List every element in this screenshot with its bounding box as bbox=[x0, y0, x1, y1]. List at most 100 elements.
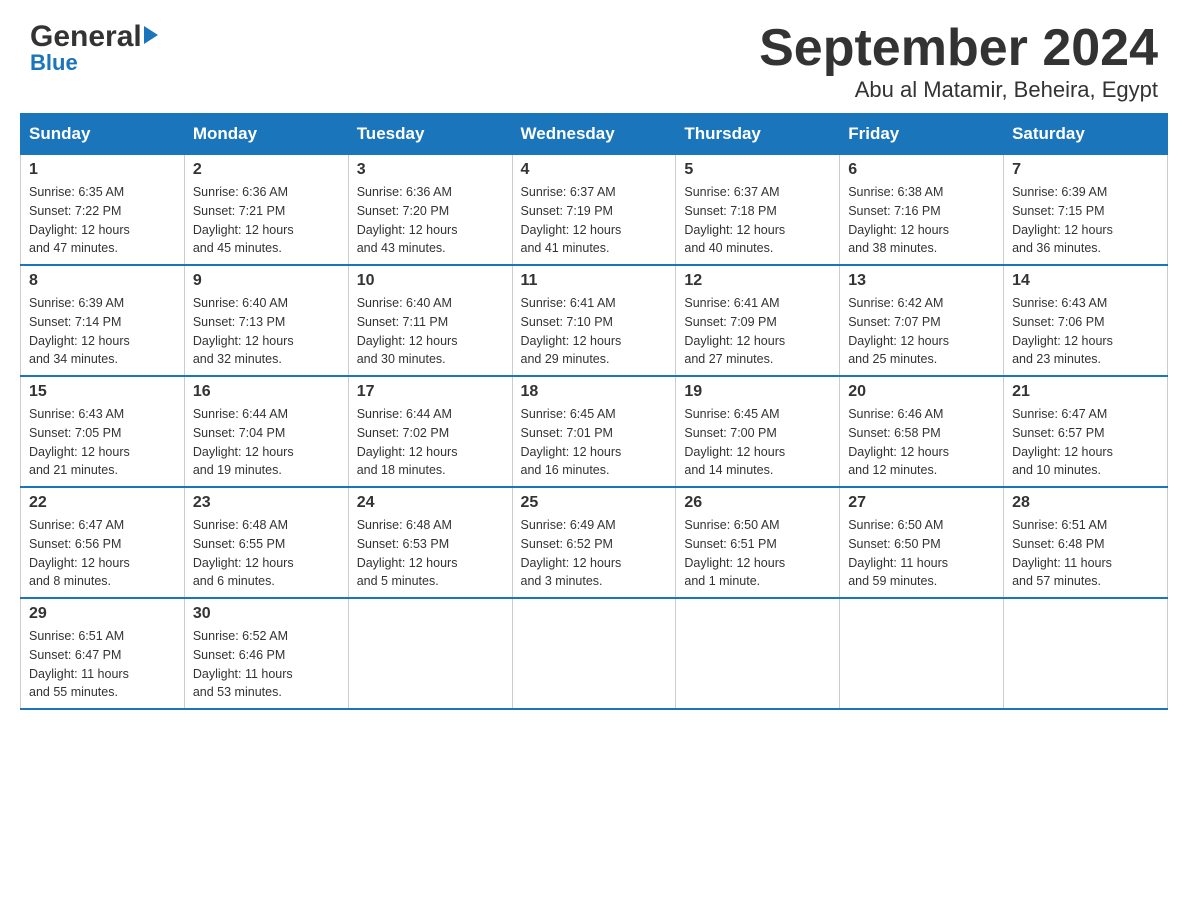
day-info: Sunrise: 6:51 AMSunset: 6:47 PMDaylight:… bbox=[29, 627, 176, 702]
day-number: 7 bbox=[1012, 161, 1159, 179]
col-friday: Friday bbox=[840, 114, 1004, 155]
day-info: Sunrise: 6:43 AMSunset: 7:06 PMDaylight:… bbox=[1012, 294, 1159, 369]
day-number: 29 bbox=[29, 605, 176, 623]
table-row: 2 Sunrise: 6:36 AMSunset: 7:21 PMDaylight… bbox=[184, 155, 348, 266]
table-row: 24Sunrise: 6:48 AMSunset: 6:53 PMDayligh… bbox=[348, 487, 512, 598]
table-row: 28 Sunrise: 6:51 AMSunset: 6:48 PMDayligh… bbox=[1004, 487, 1168, 598]
table-row: 27 Sunrise: 6:50 AMSunset: 6:50 PMDayligh… bbox=[840, 487, 1004, 598]
calendar-week-row: 8 Sunrise: 6:39 AMSunset: 7:14 PMDaylight… bbox=[21, 265, 1168, 376]
table-row: 18Sunrise: 6:45 AMSunset: 7:01 PMDayligh… bbox=[512, 376, 676, 487]
day-number: 1 bbox=[29, 161, 176, 179]
logo: General Blue bbox=[30, 20, 158, 76]
day-info: Sunrise: 6:38 AMSunset: 7:16 PMDaylight:… bbox=[848, 183, 995, 258]
day-number: 6 bbox=[848, 161, 995, 179]
day-number: 14 bbox=[1012, 272, 1159, 290]
day-info: Sunrise: 6:40 AMSunset: 7:13 PMDaylight:… bbox=[193, 294, 340, 369]
day-number: 17 bbox=[357, 383, 504, 401]
table-row bbox=[512, 598, 676, 709]
day-info: Sunrise: 6:47 AMSunset: 6:56 PMDaylight:… bbox=[29, 516, 176, 591]
day-number: 11 bbox=[521, 272, 668, 290]
col-wednesday: Wednesday bbox=[512, 114, 676, 155]
day-number: 19 bbox=[684, 383, 831, 401]
day-info: Sunrise: 6:50 AMSunset: 6:51 PMDaylight:… bbox=[684, 516, 831, 591]
calendar-week-row: 1 Sunrise: 6:35 AMSunset: 7:22 PMDaylight… bbox=[21, 155, 1168, 266]
day-number: 9 bbox=[193, 272, 340, 290]
day-info: Sunrise: 6:46 AMSunset: 6:58 PMDaylight:… bbox=[848, 405, 995, 480]
day-info: Sunrise: 6:45 AMSunset: 7:01 PMDaylight:… bbox=[521, 405, 668, 480]
day-info: Sunrise: 6:36 AMSunset: 7:21 PMDaylight:… bbox=[193, 183, 340, 258]
col-tuesday: Tuesday bbox=[348, 114, 512, 155]
day-number: 5 bbox=[684, 161, 831, 179]
calendar-title: September 2024 bbox=[759, 20, 1158, 77]
calendar-container: Sunday Monday Tuesday Wednesday Thursday… bbox=[0, 113, 1188, 730]
day-number: 4 bbox=[521, 161, 668, 179]
day-number: 25 bbox=[521, 494, 668, 512]
day-info: Sunrise: 6:40 AMSunset: 7:11 PMDaylight:… bbox=[357, 294, 504, 369]
calendar-header-row: Sunday Monday Tuesday Wednesday Thursday… bbox=[21, 114, 1168, 155]
day-info: Sunrise: 6:35 AMSunset: 7:22 PMDaylight:… bbox=[29, 183, 176, 258]
table-row: 12 Sunrise: 6:41 AMSunset: 7:09 PMDayligh… bbox=[676, 265, 840, 376]
table-row: 29 Sunrise: 6:51 AMSunset: 6:47 PMDayligh… bbox=[21, 598, 185, 709]
calendar-table: Sunday Monday Tuesday Wednesday Thursday… bbox=[20, 113, 1168, 710]
day-info: Sunrise: 6:51 AMSunset: 6:48 PMDaylight:… bbox=[1012, 516, 1159, 591]
day-info: Sunrise: 6:50 AMSunset: 6:50 PMDaylight:… bbox=[848, 516, 995, 591]
day-number: 24 bbox=[357, 494, 504, 512]
day-info: Sunrise: 6:41 AMSunset: 7:09 PMDaylight:… bbox=[684, 294, 831, 369]
page-header: General Blue September 2024 Abu al Matam… bbox=[0, 0, 1188, 113]
day-number: 15 bbox=[29, 383, 176, 401]
day-info: Sunrise: 6:36 AMSunset: 7:20 PMDaylight:… bbox=[357, 183, 504, 258]
day-number: 23 bbox=[193, 494, 340, 512]
table-row: 11 Sunrise: 6:41 AMSunset: 7:10 PMDayligh… bbox=[512, 265, 676, 376]
title-section: September 2024 Abu al Matamir, Beheira, … bbox=[759, 20, 1158, 103]
table-row bbox=[840, 598, 1004, 709]
calendar-subtitle: Abu al Matamir, Beheira, Egypt bbox=[759, 77, 1158, 103]
table-row: 22Sunrise: 6:47 AMSunset: 6:56 PMDayligh… bbox=[21, 487, 185, 598]
table-row: 14 Sunrise: 6:43 AMSunset: 7:06 PMDayligh… bbox=[1004, 265, 1168, 376]
table-row: 25 Sunrise: 6:49 AMSunset: 6:52 PMDayligh… bbox=[512, 487, 676, 598]
day-info: Sunrise: 6:41 AMSunset: 7:10 PMDaylight:… bbox=[521, 294, 668, 369]
day-number: 26 bbox=[684, 494, 831, 512]
table-row: 9 Sunrise: 6:40 AMSunset: 7:13 PMDaylight… bbox=[184, 265, 348, 376]
day-info: Sunrise: 6:48 AMSunset: 6:55 PMDaylight:… bbox=[193, 516, 340, 591]
table-row: 1 Sunrise: 6:35 AMSunset: 7:22 PMDaylight… bbox=[21, 155, 185, 266]
col-saturday: Saturday bbox=[1004, 114, 1168, 155]
table-row: 7Sunrise: 6:39 AMSunset: 7:15 PMDaylight… bbox=[1004, 155, 1168, 266]
day-info: Sunrise: 6:43 AMSunset: 7:05 PMDaylight:… bbox=[29, 405, 176, 480]
table-row: 10 Sunrise: 6:40 AMSunset: 7:11 PMDayligh… bbox=[348, 265, 512, 376]
table-row: 17 Sunrise: 6:44 AMSunset: 7:02 PMDayligh… bbox=[348, 376, 512, 487]
logo-blue-text: Blue bbox=[30, 50, 78, 76]
day-info: Sunrise: 6:44 AMSunset: 7:02 PMDaylight:… bbox=[357, 405, 504, 480]
logo-arrow-icon bbox=[144, 26, 158, 44]
table-row: 8 Sunrise: 6:39 AMSunset: 7:14 PMDaylight… bbox=[21, 265, 185, 376]
day-number: 8 bbox=[29, 272, 176, 290]
table-row bbox=[1004, 598, 1168, 709]
col-thursday: Thursday bbox=[676, 114, 840, 155]
table-row: 3 Sunrise: 6:36 AMSunset: 7:20 PMDaylight… bbox=[348, 155, 512, 266]
day-info: Sunrise: 6:49 AMSunset: 6:52 PMDaylight:… bbox=[521, 516, 668, 591]
table-row: 23 Sunrise: 6:48 AMSunset: 6:55 PMDayligh… bbox=[184, 487, 348, 598]
table-row: 6 Sunrise: 6:38 AMSunset: 7:16 PMDaylight… bbox=[840, 155, 1004, 266]
day-number: 10 bbox=[357, 272, 504, 290]
day-number: 3 bbox=[357, 161, 504, 179]
calendar-week-row: 22Sunrise: 6:47 AMSunset: 6:56 PMDayligh… bbox=[21, 487, 1168, 598]
table-row: 13Sunrise: 6:42 AMSunset: 7:07 PMDayligh… bbox=[840, 265, 1004, 376]
col-sunday: Sunday bbox=[21, 114, 185, 155]
calendar-week-row: 29 Sunrise: 6:51 AMSunset: 6:47 PMDayligh… bbox=[21, 598, 1168, 709]
calendar-week-row: 15 Sunrise: 6:43 AMSunset: 7:05 PMDayligh… bbox=[21, 376, 1168, 487]
day-number: 2 bbox=[193, 161, 340, 179]
logo-general-text: General bbox=[30, 20, 142, 54]
day-number: 27 bbox=[848, 494, 995, 512]
day-number: 28 bbox=[1012, 494, 1159, 512]
table-row: 15 Sunrise: 6:43 AMSunset: 7:05 PMDayligh… bbox=[21, 376, 185, 487]
day-info: Sunrise: 6:37 AMSunset: 7:19 PMDaylight:… bbox=[521, 183, 668, 258]
table-row: 19 Sunrise: 6:45 AMSunset: 7:00 PMDayligh… bbox=[676, 376, 840, 487]
day-info: Sunrise: 6:52 AMSunset: 6:46 PMDaylight:… bbox=[193, 627, 340, 702]
day-info: Sunrise: 6:45 AMSunset: 7:00 PMDaylight:… bbox=[684, 405, 831, 480]
table-row: 16Sunrise: 6:44 AMSunset: 7:04 PMDayligh… bbox=[184, 376, 348, 487]
table-row bbox=[676, 598, 840, 709]
day-number: 20 bbox=[848, 383, 995, 401]
day-number: 12 bbox=[684, 272, 831, 290]
day-info: Sunrise: 6:47 AMSunset: 6:57 PMDaylight:… bbox=[1012, 405, 1159, 480]
day-number: 21 bbox=[1012, 383, 1159, 401]
day-info: Sunrise: 6:39 AMSunset: 7:14 PMDaylight:… bbox=[29, 294, 176, 369]
